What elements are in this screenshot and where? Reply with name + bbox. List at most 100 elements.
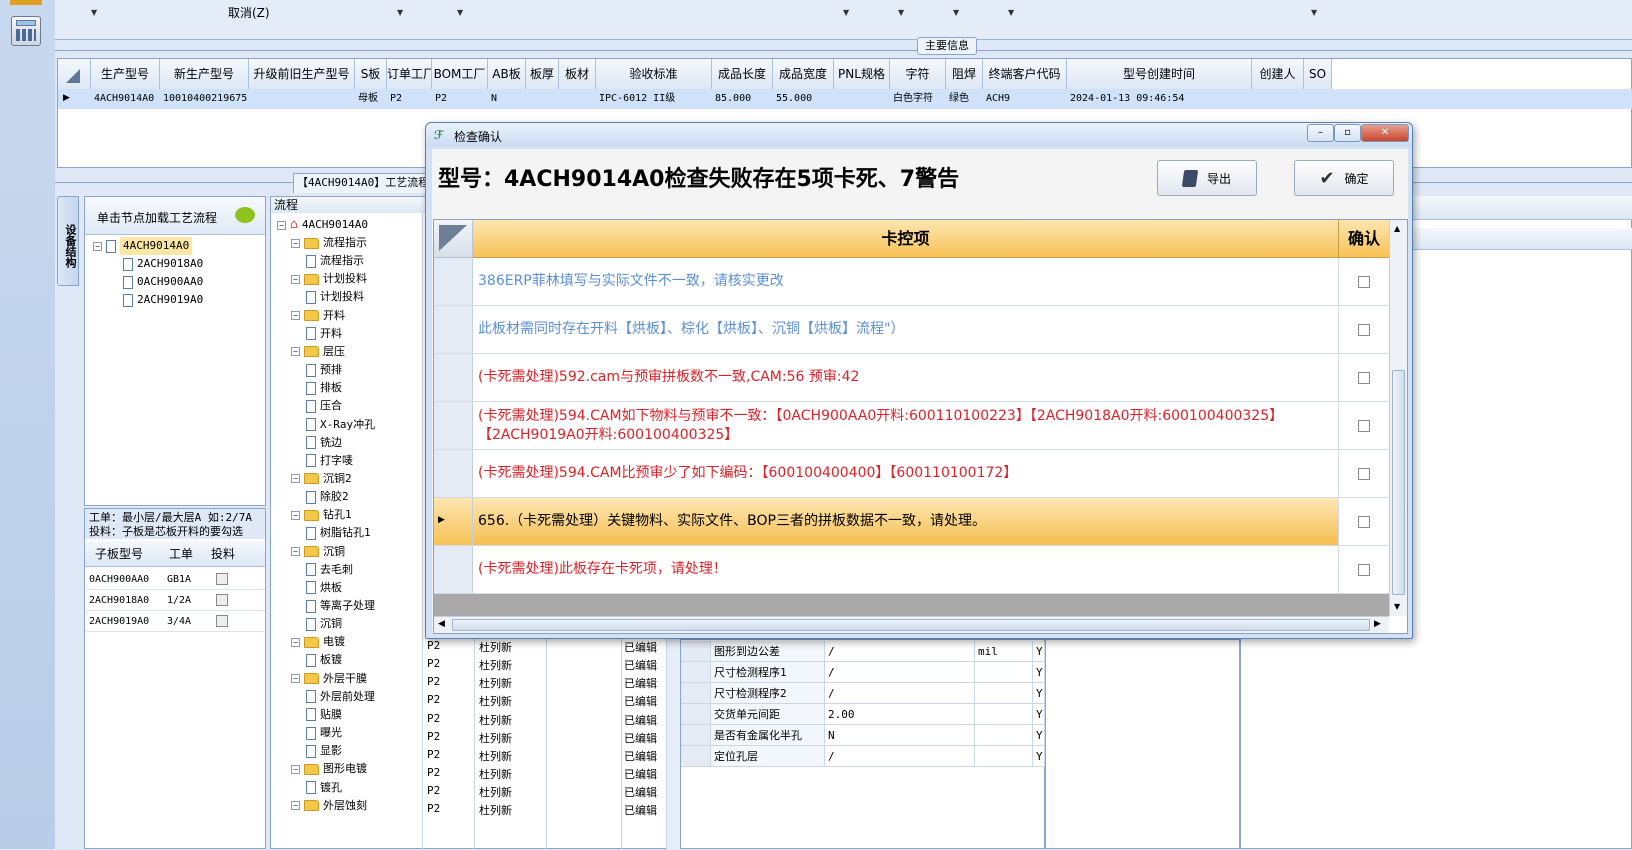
param-cell[interactable]: 交货单元间距 xyxy=(711,704,825,725)
collapse-icon[interactable]: − xyxy=(291,801,300,811)
param-cell[interactable]: N xyxy=(825,725,975,746)
param-cell[interactable]: Y xyxy=(1033,683,1045,704)
param-cell[interactable]: 尺寸检测程序2 xyxy=(711,683,825,704)
flow-tree-node[interactable]: 预排 xyxy=(306,361,342,379)
tab-process[interactable]: 【4ACH9014A0】工艺流程 xyxy=(293,173,443,193)
param-cell[interactable] xyxy=(975,683,1033,704)
speech-bubble-icon[interactable] xyxy=(235,207,255,223)
check-row[interactable]: 386ERP菲林填写与实际文件不一致，请核实更改 xyxy=(434,258,1389,306)
flow-tree-node[interactable]: 压合 xyxy=(306,397,342,415)
flow-tree-node[interactable]: 铣边 xyxy=(306,434,342,452)
collapse-icon[interactable]: − xyxy=(291,238,300,248)
flow-tree-node[interactable]: 树脂钻孔1 xyxy=(306,524,371,542)
col-header[interactable]: 订单工厂 xyxy=(387,59,432,89)
param-cell[interactable]: Y xyxy=(1033,641,1045,662)
col-header[interactable]: 字符 xyxy=(890,59,946,89)
flow-tree-node[interactable]: 除胶2 xyxy=(306,488,349,506)
flow-tree-node[interactable]: 去毛刺 xyxy=(306,561,353,579)
flow-tree-node[interactable]: 等离子处理 xyxy=(306,597,375,615)
collapse-icon[interactable]: − xyxy=(291,474,300,484)
confirm-checkbox[interactable] xyxy=(1358,323,1370,336)
flow-tree-node[interactable]: − 电镀 xyxy=(291,633,345,651)
chevron-down-icon[interactable]: ▼ xyxy=(1311,8,1317,17)
param-cell[interactable] xyxy=(975,704,1033,725)
confirm-checkbox[interactable] xyxy=(1358,515,1370,528)
flow-tree-node[interactable]: − 图形电镀 xyxy=(291,760,367,778)
param-cell[interactable]: 图形到边公差 xyxy=(711,641,825,662)
param-cell[interactable]: / xyxy=(825,683,975,704)
row-header[interactable] xyxy=(434,402,473,449)
checkbox[interactable] xyxy=(216,594,228,606)
collapse-icon[interactable]: − xyxy=(291,510,300,520)
col-header[interactable]: 型号创建时间 xyxy=(1067,59,1252,89)
flow-tree-node[interactable]: 沉铜 xyxy=(306,615,342,633)
flow-tree-node[interactable]: − 外层干膜 xyxy=(291,670,367,688)
flow-tree-node[interactable]: 开料 xyxy=(306,325,342,343)
row-header[interactable]: ▶ xyxy=(434,498,473,545)
collapse-icon[interactable]: − xyxy=(291,764,300,774)
collapse-icon[interactable]: − xyxy=(291,674,300,684)
col-header[interactable]: SO xyxy=(1304,59,1332,89)
collapse-icon[interactable]: − xyxy=(277,220,286,230)
flow-tree-node[interactable]: 外层前处理 xyxy=(306,688,375,706)
chevron-down-icon[interactable]: ▼ xyxy=(843,8,849,17)
tree-node[interactable]: 2ACH9018A0 xyxy=(137,255,203,273)
flow-tree-node[interactable]: 显影 xyxy=(306,742,342,760)
table-row[interactable]: 2ACH9018A0 1/2A xyxy=(85,590,265,611)
flow-tree-node[interactable]: 镀孔 xyxy=(306,779,342,797)
flow-tree-node[interactable]: − 外层蚀刻 xyxy=(291,797,367,815)
chevron-down-icon[interactable]: ▼ xyxy=(397,8,403,17)
confirm-checkbox[interactable] xyxy=(1358,467,1370,480)
flow-tree-node[interactable]: 排板 xyxy=(306,379,342,397)
col-header[interactable]: 创建人 xyxy=(1252,59,1304,89)
flow-tree-node[interactable]: X-Ray冲孔 xyxy=(306,416,375,434)
col-header[interactable]: 板厚 xyxy=(526,59,559,89)
row-header[interactable] xyxy=(434,450,473,497)
col-header[interactable]: AB板 xyxy=(488,59,526,89)
param-cell[interactable]: Y xyxy=(1033,704,1045,725)
chevron-down-icon[interactable]: ▼ xyxy=(898,8,904,17)
row-header[interactable] xyxy=(434,258,473,305)
col-header[interactable]: 阻焊 xyxy=(946,59,983,89)
param-cell[interactable]: Y xyxy=(1033,725,1045,746)
param-cell[interactable]: / xyxy=(825,662,975,683)
param-cell[interactable] xyxy=(975,662,1033,683)
export-button[interactable]: 导出 xyxy=(1157,160,1257,196)
col-header[interactable]: S板 xyxy=(355,59,387,89)
confirm-checkbox[interactable] xyxy=(1358,371,1370,384)
chevron-down-icon[interactable]: ▼ xyxy=(953,8,959,17)
col-header[interactable]: BOM工厂 xyxy=(432,59,488,89)
col-header[interactable]: 成品宽度 xyxy=(773,59,834,89)
param-cell[interactable]: 2.00 xyxy=(825,704,975,725)
close-button[interactable]: ✕ xyxy=(1361,124,1409,142)
chevron-down-icon[interactable]: ▼ xyxy=(1008,8,1014,17)
flow-tree-node[interactable]: − 层压 xyxy=(291,343,345,361)
horizontal-scrollbar[interactable]: ◀ ▶ xyxy=(434,616,1389,633)
flow-tree-node[interactable]: − 沉铜2 xyxy=(291,470,352,488)
flow-tree-node[interactable]: − 流程指示 xyxy=(291,234,367,252)
param-cell[interactable]: 是否有金属化半孔 xyxy=(711,725,825,746)
check-row[interactable]: (卡死需处理)594.CAM如下物料与预审不一致：【0ACH900AA0开料:6… xyxy=(434,402,1389,450)
confirm-checkbox[interactable] xyxy=(1358,563,1370,576)
tab-device-structure[interactable]: 设备结构 xyxy=(57,196,79,286)
check-row[interactable]: (卡死需处理)594.CAM比预审少了如下编码：【600100400400】【6… xyxy=(434,450,1389,498)
check-row[interactable]: (卡死需处理)592.cam与预审拼板数不一致,CAM:56 预审:42 xyxy=(434,354,1389,402)
collapse-icon[interactable]: − xyxy=(291,311,300,321)
checkbox[interactable] xyxy=(216,573,228,585)
collapse-icon[interactable]: − xyxy=(291,637,300,647)
flow-tree-node[interactable]: − 沉铜 xyxy=(291,543,345,561)
confirm-checkbox[interactable] xyxy=(1358,275,1370,288)
flow-tree-node[interactable]: − 开料 xyxy=(291,307,345,325)
chevron-down-icon[interactable]: ▼ xyxy=(91,8,97,17)
app-icon-top[interactable] xyxy=(10,0,42,5)
flow-root-node[interactable]: 4ACH9014A0 xyxy=(302,216,368,234)
flow-tree-node[interactable]: 流程指示 xyxy=(306,252,364,270)
col-header[interactable]: 验收标准 xyxy=(596,59,712,89)
flow-tree-node[interactable]: − 钻孔1 xyxy=(291,506,352,524)
flow-tree-node[interactable]: 板镀 xyxy=(306,651,342,669)
checkbox[interactable] xyxy=(216,615,228,627)
row-header[interactable] xyxy=(434,546,473,593)
param-cell[interactable]: / xyxy=(825,746,975,767)
param-cell[interactable]: Y xyxy=(1033,662,1045,683)
minimize-button[interactable]: – xyxy=(1307,124,1334,142)
